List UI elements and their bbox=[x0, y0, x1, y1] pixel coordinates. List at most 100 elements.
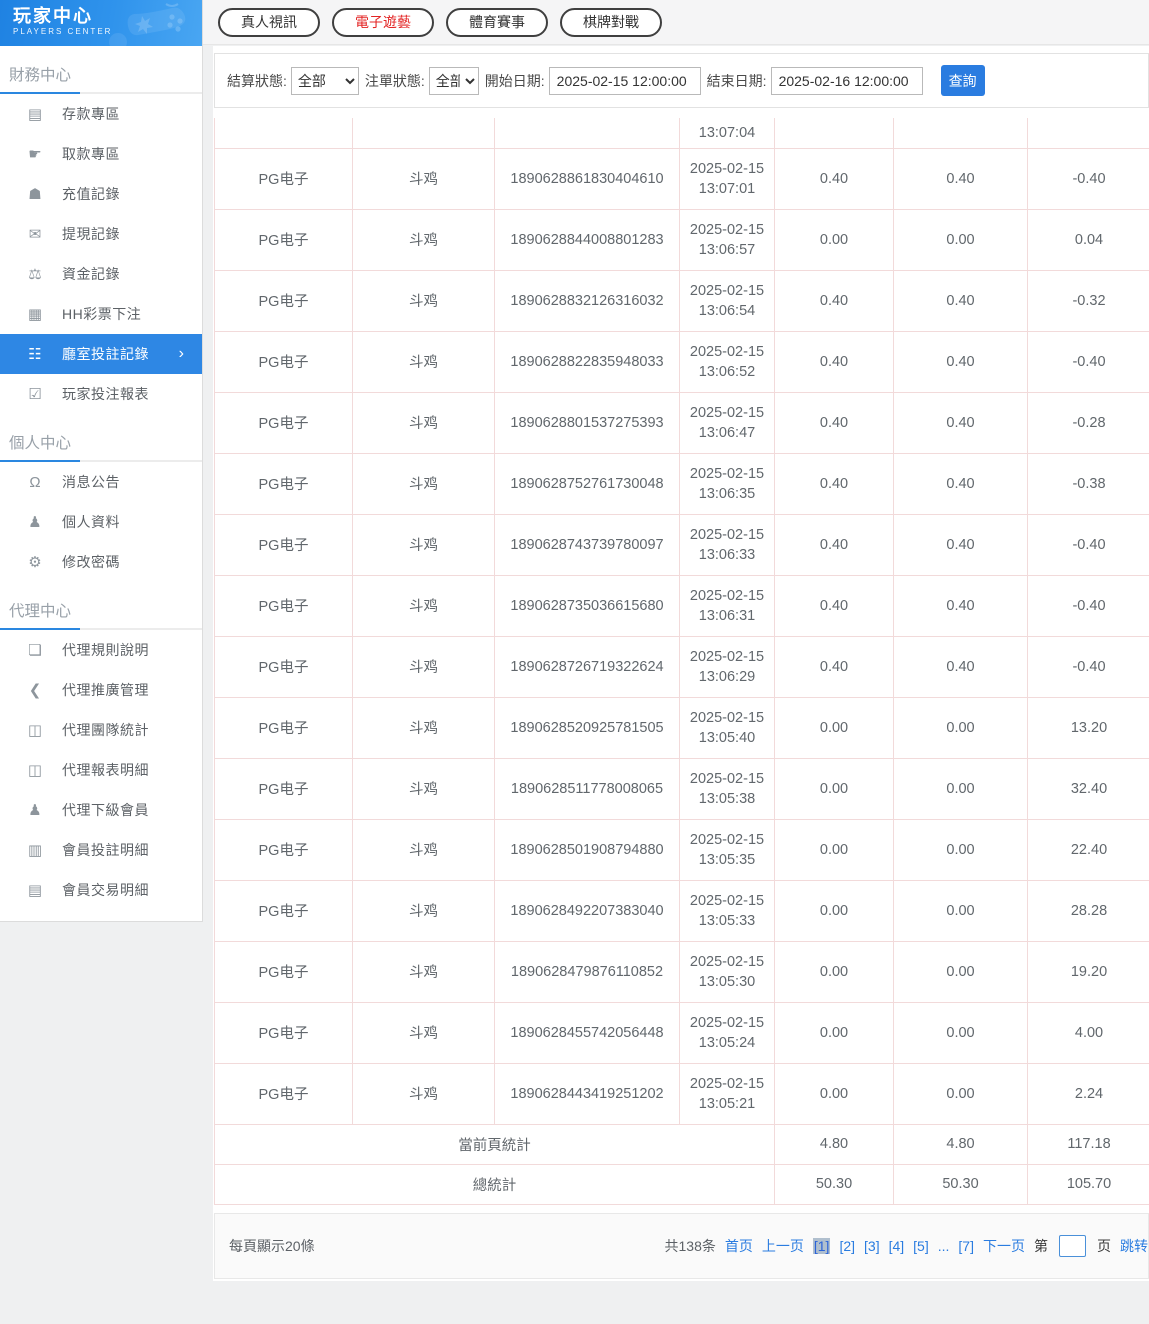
sidebar-item-deposit-area[interactable]: ▤存款專區 bbox=[0, 94, 202, 134]
transaction-list-icon: ▤ bbox=[25, 881, 45, 899]
page-link-3[interactable]: [3] bbox=[864, 1238, 880, 1254]
gear-icon: ⚙ bbox=[25, 553, 45, 571]
table-row: PG电子斗鸡18906287437397800972025-02-1513:06… bbox=[215, 514, 1149, 575]
cell-datetime: 2025-02-1513:06:33 bbox=[680, 514, 775, 575]
cell-order-id: 1890628726719322624 bbox=[495, 636, 680, 697]
pagination: 共138条首页上一页[1][2][3][4][5]...[7]下一页第页跳转 bbox=[665, 1235, 1149, 1257]
page-link-4[interactable]: [4] bbox=[889, 1238, 905, 1254]
sidebar-item-label: 資金記錄 bbox=[62, 264, 120, 284]
sidebar-item-label: 存款專區 bbox=[62, 104, 120, 124]
tab-board-card-battle[interactable]: 棋牌對戰 bbox=[560, 8, 662, 37]
cell-profit: 22.40 bbox=[1028, 819, 1149, 880]
cell-platform: PG电子 bbox=[215, 514, 353, 575]
tab-electronic-games[interactable]: 電子遊藝 bbox=[332, 8, 434, 37]
page-link-7[interactable]: [7] bbox=[958, 1238, 974, 1254]
gamepad-watermark-icon bbox=[106, 0, 198, 46]
end-date-label: 結束日期: bbox=[707, 71, 767, 91]
cell-date: 2025-02-15 bbox=[683, 708, 771, 728]
sidebar-item-change-password[interactable]: ⚙修改密碼 bbox=[0, 542, 202, 582]
page-link-2[interactable]: [2] bbox=[839, 1238, 855, 1254]
sidebar-item-label: 充值記錄 bbox=[62, 184, 120, 204]
cell-platform: PG电子 bbox=[215, 1063, 353, 1124]
cell-bet-amount: 0.40 bbox=[775, 514, 894, 575]
cell-order-id: 1890628801537275393 bbox=[495, 392, 680, 453]
cell-order-id: 1890628443419251202 bbox=[495, 1063, 680, 1124]
sidebar-item-withdrawal-record[interactable]: ✉提現記錄 bbox=[0, 214, 202, 254]
cell-platform: PG电子 bbox=[215, 758, 353, 819]
report-chart-icon: ☑ bbox=[25, 385, 45, 403]
cell-date: 2025-02-15 bbox=[683, 403, 771, 423]
cell-valid-bet: 0.00 bbox=[894, 941, 1028, 1002]
cell-bet-amount: 0.00 bbox=[775, 1063, 894, 1124]
sidebar-item-room-bet-record[interactable]: ☷廳室投註記錄› bbox=[0, 334, 202, 374]
cell-time: 13:06:52 bbox=[683, 362, 771, 382]
jump-page-input[interactable] bbox=[1059, 1235, 1086, 1257]
cell-datetime: 2025-02-1513:06:57 bbox=[680, 209, 775, 270]
sidebar-item-member-transaction-detail[interactable]: ▤ 會員交易明細 bbox=[0, 870, 202, 910]
cell-platform: PG电子 bbox=[215, 636, 353, 697]
sidebar-item-label: 廳室投註記錄 bbox=[62, 344, 149, 364]
start-date-input[interactable] bbox=[549, 67, 701, 95]
sidebar-item-label: 會員交易明細 bbox=[62, 880, 149, 900]
next-page-link[interactable]: 下一页 bbox=[983, 1236, 1025, 1256]
cell-valid-bet: 0.00 bbox=[894, 819, 1028, 880]
sidebar-item-label: 代理推廣管理 bbox=[62, 680, 149, 700]
order-status-select[interactable]: 全部 bbox=[429, 67, 479, 95]
page-link-1[interactable]: [1] bbox=[813, 1238, 831, 1254]
cell-game: 斗鸡 bbox=[353, 453, 495, 514]
sidebar-item-agent-promotion[interactable]: ❮代理推廣管理 bbox=[0, 670, 202, 710]
news-report-icon: ◫ bbox=[25, 761, 45, 779]
table-row: PG电子斗鸡18906287350366156802025-02-1513:06… bbox=[215, 575, 1149, 636]
cell-bet-amount: 0.00 bbox=[775, 697, 894, 758]
settle-status-select[interactable]: 全部 bbox=[291, 67, 359, 95]
jump-prefix-text: 第 bbox=[1034, 1236, 1048, 1256]
tab-live-video[interactable]: 真人視訊 bbox=[218, 8, 320, 37]
cell-date: 2025-02-15 bbox=[683, 342, 771, 362]
cell-time: 13:05:24 bbox=[683, 1033, 771, 1053]
cell-platform: PG电子 bbox=[215, 941, 353, 1002]
cell-bet-amount: 0.40 bbox=[775, 270, 894, 331]
cell-datetime: 2025-02-1513:06:54 bbox=[680, 270, 775, 331]
sidebar-item-profile[interactable]: ♟個人資料 bbox=[0, 502, 202, 542]
jump-action-link[interactable]: 跳转 bbox=[1120, 1236, 1148, 1256]
document-icon: ❏ bbox=[25, 641, 45, 659]
cell-valid-bet bbox=[894, 118, 1028, 148]
sidebar-item-withdraw-area[interactable]: ☛取款專區 bbox=[0, 134, 202, 174]
cell-valid-bet: 0.40 bbox=[894, 270, 1028, 331]
sidebar-item-agent-team-stats[interactable]: ◫代理團隊統計 bbox=[0, 710, 202, 750]
cell-profit: -0.40 bbox=[1028, 514, 1149, 575]
sidebar-item-agent-report-detail[interactable]: ◫代理報表明細 bbox=[0, 750, 202, 790]
sidebar-item-label: 代理下級會員 bbox=[62, 800, 149, 820]
cell-time: 13:05:35 bbox=[683, 850, 771, 870]
cell-valid-bet: 0.40 bbox=[894, 575, 1028, 636]
sidebar-item-agent-sub-members[interactable]: ♟代理下級會員 bbox=[0, 790, 202, 830]
bell-icon: Ω bbox=[25, 474, 45, 491]
sidebar-item-member-bet-detail[interactable]: ▥會員投註明細 bbox=[0, 830, 202, 870]
bet-records-table: 13:07:04PG电子斗鸡18906288618304046102025-02… bbox=[214, 118, 1149, 1205]
sidebar-item-label: 取款專區 bbox=[62, 144, 120, 164]
sidebar-item-announcements[interactable]: Ω消息公告 bbox=[0, 462, 202, 502]
summary-value: 4.80 bbox=[894, 1124, 1028, 1164]
sidebar-item-player-bet-report[interactable]: ☑玩家投注報表 bbox=[0, 374, 202, 414]
cell-valid-bet: 0.00 bbox=[894, 758, 1028, 819]
first-page-link[interactable]: 首页 bbox=[725, 1236, 753, 1256]
cell-bet-amount: 0.00 bbox=[775, 880, 894, 941]
page-link-5[interactable]: [5] bbox=[913, 1238, 929, 1254]
sidebar-item-recharge-record[interactable]: ☗充值記錄 bbox=[0, 174, 202, 214]
sidebar-item-funds-record[interactable]: ⚖資金記錄 bbox=[0, 254, 202, 294]
sidebar-item-hh-lottery-bet[interactable]: ▦HH彩票下注 bbox=[0, 294, 202, 334]
end-date-input[interactable] bbox=[771, 67, 923, 95]
sidebar-item-agent-rules[interactable]: ❏代理規則說明 bbox=[0, 630, 202, 670]
lottery-list-icon: ▦ bbox=[25, 305, 45, 323]
query-button[interactable]: 查詢 bbox=[941, 65, 985, 96]
cell-game: 斗鸡 bbox=[353, 819, 495, 880]
prev-page-link[interactable]: 上一页 bbox=[762, 1236, 804, 1256]
cell-profit: 13.20 bbox=[1028, 697, 1149, 758]
cell-game bbox=[353, 118, 495, 148]
cell-bet-amount: 0.40 bbox=[775, 636, 894, 697]
cell-profit: -0.40 bbox=[1028, 331, 1149, 392]
cell-game: 斗鸡 bbox=[353, 880, 495, 941]
cell-profit: 28.28 bbox=[1028, 880, 1149, 941]
tab-sports-events[interactable]: 體育賽事 bbox=[446, 8, 548, 37]
cell-profit: 32.40 bbox=[1028, 758, 1149, 819]
